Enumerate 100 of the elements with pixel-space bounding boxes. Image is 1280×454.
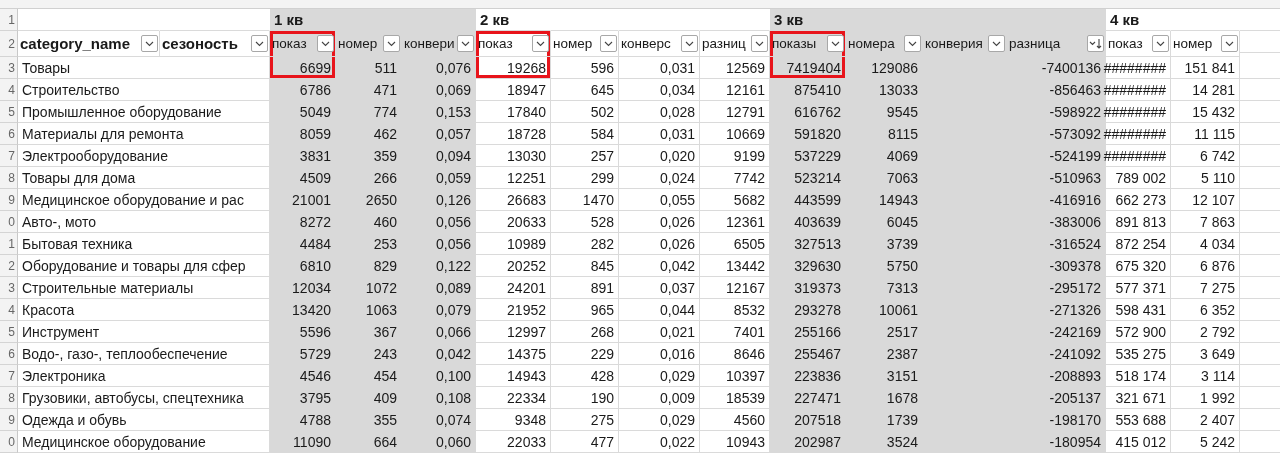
table-cell: -242169 xyxy=(923,321,1106,343)
row-number: 2 xyxy=(0,255,18,277)
column-header: номер xyxy=(553,36,593,51)
table-cell: 0,026 xyxy=(619,211,700,233)
table-cell: 577 371 xyxy=(1106,277,1171,299)
table-cell: 891 xyxy=(551,277,619,299)
filter-button[interactable] xyxy=(1087,35,1104,52)
table-cell: 7 275 xyxy=(1171,277,1240,299)
table-cell: 6045 xyxy=(846,211,923,233)
table-cell: 12034 xyxy=(270,277,336,299)
table-cell: 3795 xyxy=(270,387,336,409)
filter-button[interactable] xyxy=(600,35,617,52)
table-cell: 5750 xyxy=(846,255,923,277)
table-cell: 3 кв xyxy=(770,9,846,31)
column-header: сезоность xyxy=(162,35,238,52)
filter-button[interactable] xyxy=(827,35,844,52)
table-cell: 367 xyxy=(336,321,402,343)
table-cell: 0,042 xyxy=(619,255,700,277)
table-cell: 12251 xyxy=(476,167,551,189)
table-cell: 591820 xyxy=(770,123,846,145)
table-cell: 7063 xyxy=(846,167,923,189)
filter-button[interactable] xyxy=(681,35,698,52)
table-cell: 0,037 xyxy=(619,277,700,299)
table-cell: 5 242 xyxy=(1171,431,1240,453)
table-cell: 268 xyxy=(551,321,619,343)
table-cell: 5729 xyxy=(270,343,336,365)
caret-icon xyxy=(387,40,396,47)
table-cell: Грузовики, автобусы, спецтехника xyxy=(18,387,270,409)
table-cell: Авто-, мото xyxy=(18,211,270,233)
table-cell: 616762 xyxy=(770,101,846,123)
table-cell: 14 281 xyxy=(1171,79,1240,101)
table-cell: 789 002 xyxy=(1106,167,1171,189)
table-cell: 535 275 xyxy=(1106,343,1171,365)
table-cell: 0,029 xyxy=(619,409,700,431)
table-cell: -205137 xyxy=(923,387,1106,409)
table-cell: 0,108 xyxy=(402,387,476,409)
row-number: 5 xyxy=(0,321,18,343)
filter-button[interactable] xyxy=(988,35,1005,52)
caret-icon xyxy=(1225,40,1234,47)
row-number: 5 xyxy=(0,101,18,123)
row-number: 4 xyxy=(0,79,18,101)
table-cell: 5049 xyxy=(270,101,336,123)
table-cell: 8059 xyxy=(270,123,336,145)
column-header: показ xyxy=(478,36,513,51)
table-cell: 0,026 xyxy=(619,233,700,255)
table-cell: 13033 xyxy=(846,79,923,101)
table-cell: 327513 xyxy=(770,233,846,255)
table-cell: 0,056 xyxy=(402,233,476,255)
table-cell: 0,094 xyxy=(402,145,476,167)
table-cell: 359 xyxy=(336,145,402,167)
filter-button[interactable] xyxy=(383,35,400,52)
filter-button[interactable] xyxy=(1221,35,1238,52)
table-cell: 872 254 xyxy=(1106,233,1171,255)
filter-button[interactable] xyxy=(532,35,549,52)
row-number: 7 xyxy=(0,145,18,167)
table-cell: 0,055 xyxy=(619,189,700,211)
table-cell: 207518 xyxy=(770,409,846,431)
table-cell: 2650 xyxy=(336,189,402,211)
table-cell: 18947 xyxy=(476,79,551,101)
table-cell: Электроника xyxy=(18,365,270,387)
table-cell: 0,020 xyxy=(619,145,700,167)
table-cell: 675 320 xyxy=(1106,255,1171,277)
filter-button[interactable] xyxy=(1152,35,1169,52)
filter-button[interactable] xyxy=(141,35,158,52)
table-cell: 471 xyxy=(336,79,402,101)
row-number: 1 xyxy=(0,9,18,31)
table-cell: 8272 xyxy=(270,211,336,233)
table-cell: 5596 xyxy=(270,321,336,343)
table-cell: 257 xyxy=(551,145,619,167)
table-cell: 6 352 xyxy=(1171,299,1240,321)
table-cell: Медицинское оборудование xyxy=(18,431,270,453)
table-cell: 6786 xyxy=(270,79,336,101)
table-cell: 662 273 xyxy=(1106,189,1171,211)
filter-button[interactable] xyxy=(751,35,768,52)
column-header: номера xyxy=(848,36,895,51)
filter-button[interactable] xyxy=(251,35,268,52)
table-cell: 462 xyxy=(336,123,402,145)
column-header: разница xyxy=(1009,36,1061,51)
row-number: 7 xyxy=(0,365,18,387)
filter-button[interactable] xyxy=(317,35,334,52)
table-cell: 528 xyxy=(551,211,619,233)
table-cell: 553 688 xyxy=(1106,409,1171,431)
table-cell: 0,059 xyxy=(402,167,476,189)
table-cell: 18728 xyxy=(476,123,551,145)
table-cell: 0,009 xyxy=(619,387,700,409)
table-cell: Строительство xyxy=(18,79,270,101)
table-cell: Электрооборудование xyxy=(18,145,270,167)
filter-button[interactable] xyxy=(457,35,474,52)
table-cell: 0,022 xyxy=(619,431,700,453)
table-cell: 403639 xyxy=(770,211,846,233)
table-cell: 596 xyxy=(551,57,619,79)
table-cell: 14375 xyxy=(476,343,551,365)
caret-icon xyxy=(321,40,330,47)
row-number: 9 xyxy=(0,189,18,211)
table-cell: 502 xyxy=(551,101,619,123)
row-number: 3 xyxy=(0,277,18,299)
filter-button[interactable] xyxy=(904,35,921,52)
table-cell: 6 876 xyxy=(1171,255,1240,277)
caret-icon xyxy=(831,40,840,47)
table-cell: 275 xyxy=(551,409,619,431)
